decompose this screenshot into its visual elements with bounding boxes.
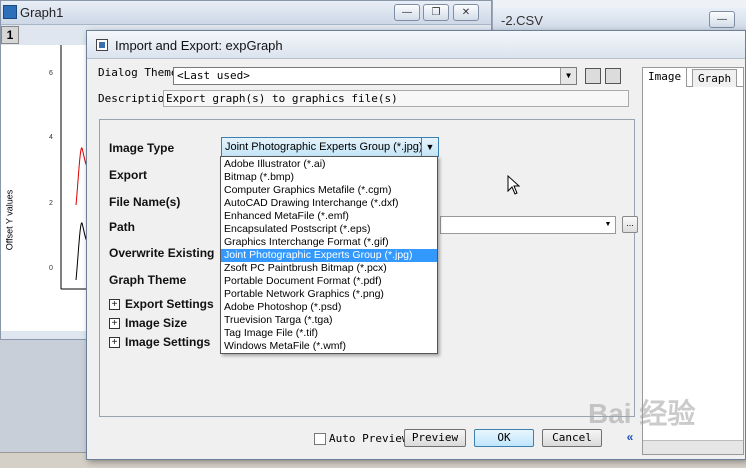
horizontal-scrollbar[interactable] [643,440,743,454]
dropdown-option[interactable]: Encapsulated Postscript (*.eps) [221,223,437,236]
graph-theme-label: Graph Theme [109,273,187,287]
dialog-theme-label: Dialog Theme [98,66,178,79]
file-names-label: File Name(s) [109,195,181,209]
dialog-theme-value: <Last used> [177,69,250,82]
dialog-title: Import and Export: expGraph [115,38,283,53]
close-icon[interactable]: ✕ [453,4,479,21]
ok-button[interactable]: OK [474,429,534,447]
dropdown-option[interactable]: Portable Network Graphics (*.png) [221,288,437,301]
page-number-tab[interactable]: 1 [1,26,19,44]
watermark: Bai 经验 [588,398,696,429]
csv-minimize-icon[interactable]: — [709,11,735,28]
graph-app-icon [3,5,17,19]
save-theme-icon[interactable] [585,68,601,84]
preview-button[interactable]: Preview [404,429,466,447]
description-label: Descriptio [98,92,165,105]
minimize-icon[interactable]: — [394,4,420,21]
dialog-theme-select[interactable]: <Last used> ▼ [173,67,577,85]
image-type-select[interactable]: Joint Photographic Experts Group (*.jpg)… [221,137,439,157]
dropdown-option[interactable]: Windows MetaFile (*.wmf) [221,340,437,353]
graph-titlebar: Graph1 — ❐ ✕ [1,1,491,25]
dropdown-option[interactable]: AutoCAD Drawing Interchange (*.dxf) [221,197,437,210]
dialog-titlebar: Import and Export: expGraph [87,31,745,59]
y-axis-label: Offset Y values [4,189,15,251]
dropdown-option[interactable]: Joint Photographic Experts Group (*.jpg) [221,249,437,262]
expand-plus-icon[interactable]: + [109,336,120,348]
image-type-value: Joint Photographic Experts Group (*.jpg) [225,141,423,153]
chevron-down-icon[interactable]: ▼ [560,68,576,84]
mouse-cursor-icon [507,175,521,195]
dialog-icon [96,39,108,51]
auto-preview-label: Auto Preview [329,432,409,445]
browse-button[interactable]: ... [622,216,638,233]
dropdown-option[interactable]: Zsoft PC Paintbrush Bitmap (*.pcx) [221,262,437,275]
dropdown-option[interactable]: Truevision Targa (*.tga) [221,314,437,327]
y-tick-label: 2 [49,200,53,207]
save-as-theme-icon[interactable] [605,68,621,84]
image-size-expander[interactable]: + Image Size [109,316,187,330]
image-type-dropdown-list[interactable]: Adobe Illustrator (*.ai) Bitmap (*.bmp) Co… [220,156,438,354]
restore-icon[interactable]: ❐ [423,4,449,21]
chevron-down-icon[interactable]: ▼ [601,217,615,233]
tab-graph[interactable]: Graph [692,69,738,87]
export-settings-expander[interactable]: + Export Settings [109,297,214,311]
expand-plus-icon[interactable]: + [109,317,120,329]
image-settings-expander[interactable]: + Image Settings [109,335,210,349]
dropdown-option[interactable]: Adobe Illustrator (*.ai) [221,158,437,171]
dropdown-option[interactable]: Graphics Interchange Format (*.gif) [221,236,437,249]
dropdown-option[interactable]: Enhanced MetaFile (*.emf) [221,210,437,223]
auto-preview-checkbox[interactable]: Auto Preview [314,432,408,445]
csv-window-title: -2.CSV [501,13,543,28]
expand-plus-icon[interactable]: + [109,298,120,310]
y-tick-label: 6 [49,70,53,77]
description-field: Export graph(s) to graphics file(s) [163,90,629,107]
dropdown-option[interactable]: Computer Graphics Metafile (*.cgm) [221,184,437,197]
dropdown-option[interactable]: Bitmap (*.bmp) [221,171,437,184]
image-size-label: Image Size [125,316,188,330]
tab-image[interactable]: Image [642,67,688,87]
y-tick-label: 4 [49,134,53,141]
export-label: Export [109,168,148,182]
dropdown-option[interactable]: Adobe Photoshop (*.psd) [221,301,437,314]
export-settings-label: Export Settings [125,297,214,311]
overwrite-label: Overwrite Existing [109,246,215,260]
y-tick-label: 0 [49,265,53,272]
dropdown-option[interactable]: Portable Document Format (*.pdf) [221,275,437,288]
image-type-label: Image Type [109,141,175,155]
csv-titlebar: -2.CSV — [493,8,746,32]
path-input[interactable]: ▼ [440,216,616,234]
dropdown-option[interactable]: Tag Image File (*.tif) [221,327,437,340]
path-label: Path [109,220,136,234]
checkbox-icon[interactable] [314,432,326,445]
graph-window-title: Graph1 [20,5,64,20]
chevron-down-icon[interactable]: ▼ [421,138,438,156]
image-settings-label: Image Settings [125,335,211,349]
